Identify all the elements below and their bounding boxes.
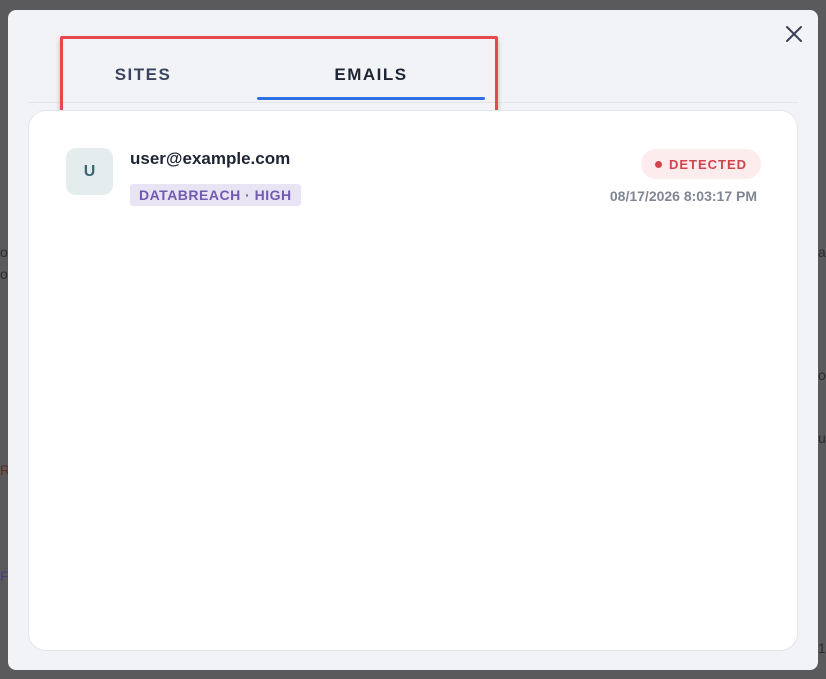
background-text-fragment: o [0,244,8,260]
background-text-fragment: u [818,430,826,446]
avatar: U [66,148,113,195]
close-icon [786,26,802,42]
background-text-fragment: o [0,266,8,282]
list-item[interactable]: U user@example.com DATABREACH · HIGH DET… [29,111,797,221]
emails-panel: U user@example.com DATABREACH · HIGH DET… [28,110,798,651]
background-text-fragment: 1 [818,640,826,656]
status-label: DETECTED [668,156,747,172]
email-address: user@example.com [130,149,291,168]
active-tab-indicator [257,97,485,100]
breach-tag: DATABREACH · HIGH [130,184,301,206]
tab-emails[interactable]: EMAILS [257,50,485,100]
background-text-fragment: a [818,244,826,260]
close-button[interactable] [782,22,806,46]
detected-timestamp: 08/17/2026 8:03:17 PM [609,188,757,204]
tab-bar: SITES EMAILS [28,50,798,103]
status-badge: DETECTED [640,149,761,179]
tab-sites[interactable]: SITES [68,50,218,100]
background-text-fragment: o [818,367,826,383]
status-dot-icon [654,160,662,168]
emails-modal: SITES EMAILS U user@example.com DATABREA… [8,10,818,670]
